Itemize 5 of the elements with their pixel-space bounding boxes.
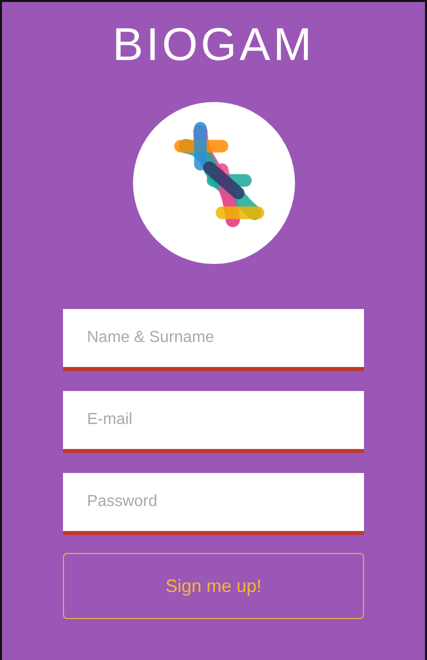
sign-up-button[interactable]: Sign me up! [63, 553, 364, 619]
app-title: BIOGAM [112, 17, 315, 72]
input-field[interactable]: E-mail [63, 391, 364, 453]
input-field[interactable]: Name & Surname [63, 309, 364, 371]
input-field[interactable]: Password [63, 473, 364, 535]
